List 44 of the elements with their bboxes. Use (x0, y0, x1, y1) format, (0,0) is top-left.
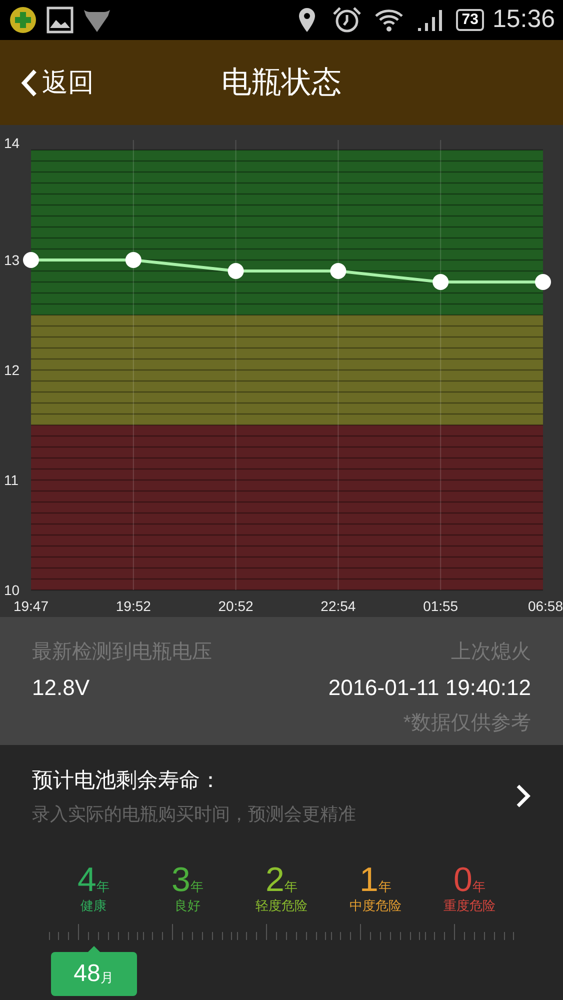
y-axis-label: 11 (4, 472, 19, 488)
life-title: 预计电池剩余寿命： (32, 768, 222, 794)
image-icon (46, 6, 74, 34)
y-axis-label: 14 (4, 135, 20, 151)
years-value: 2年 (266, 864, 298, 896)
data-point (125, 252, 142, 268)
page-title: 电瓶状态 (222, 65, 342, 101)
marker-pointer (86, 946, 100, 952)
data-point (228, 263, 244, 279)
life-hint: 录入实际的电瓶购买时间，预测会更精准 (32, 802, 357, 826)
years-value: 0年 (454, 864, 486, 896)
y-axis-label: 12 (4, 362, 20, 378)
location-icon (298, 7, 316, 33)
last-off-time: 2016-01-11 19:40:12 (328, 674, 531, 702)
health-label: 良好 (174, 897, 200, 915)
y-axis-label: 13 (4, 252, 20, 268)
health-label: 轻度危险 (256, 897, 308, 915)
clock-time: 15:36 (492, 4, 555, 36)
x-axis-label: 01:55 (423, 598, 458, 614)
app-icon (8, 5, 38, 35)
signal-icon (416, 7, 444, 33)
voltage-value: 12.8V (32, 674, 90, 702)
health-label: 健康 (80, 897, 106, 915)
data-point (432, 274, 449, 290)
battery-indicator: 73 (456, 9, 484, 31)
chevron-right-icon[interactable] (515, 783, 531, 810)
x-axis-label: 06:58 (528, 598, 563, 614)
chevron-left-icon (20, 68, 38, 98)
back-button[interactable]: 返回 (20, 63, 94, 102)
wifi-icon (374, 7, 404, 33)
x-axis-label: 19:47 (13, 598, 49, 614)
x-axis-label: 19:52 (116, 598, 151, 614)
data-point (330, 263, 346, 279)
years-value: 3年 (172, 864, 204, 896)
data-point (535, 274, 551, 290)
years-value: 4年 (78, 864, 110, 896)
health-label: 重度危险 (444, 897, 496, 915)
years-value: 1年 (360, 864, 392, 896)
health-label: 中度危险 (350, 897, 402, 915)
x-axis-label: 20:52 (218, 598, 254, 614)
x-axis-label: 22:54 (320, 598, 356, 614)
alarm-icon (332, 6, 362, 34)
y-axis-label: 10 (4, 582, 20, 598)
data-point (23, 252, 39, 268)
